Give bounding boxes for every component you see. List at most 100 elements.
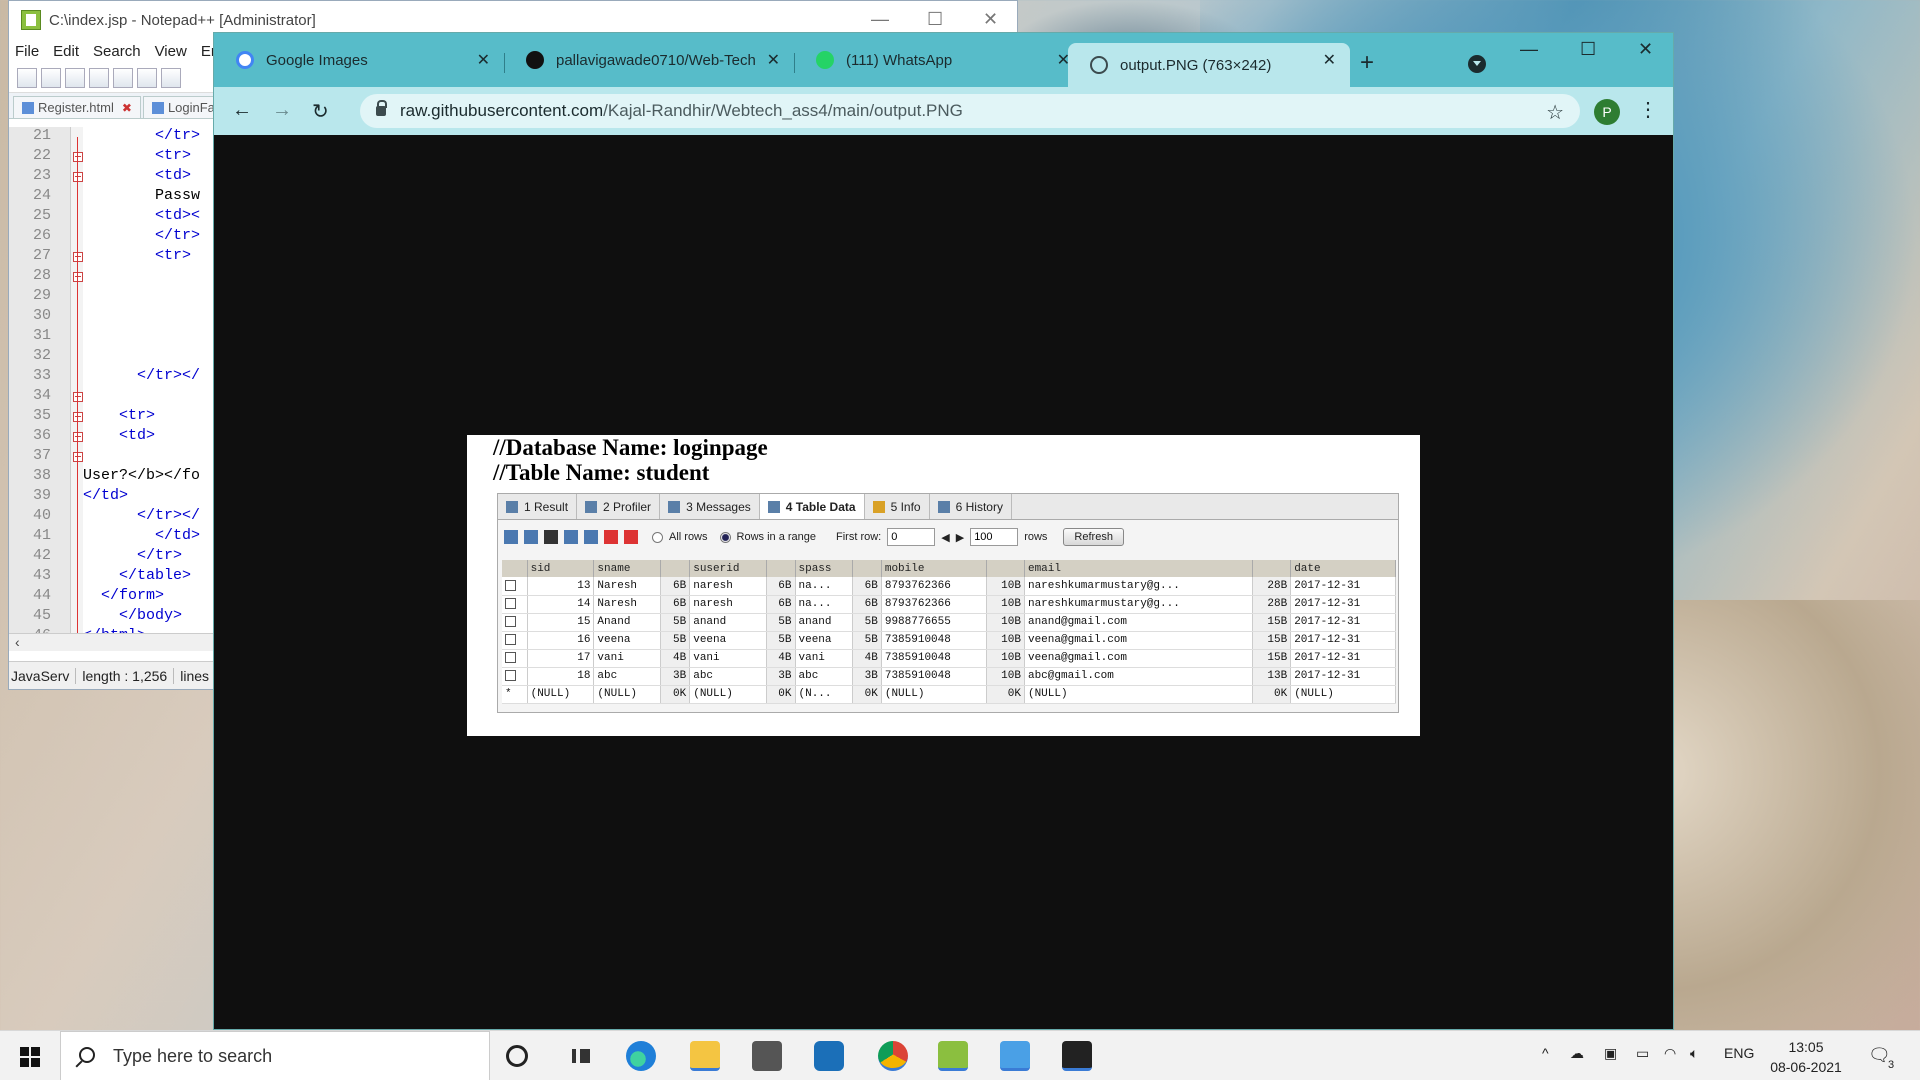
code-line[interactable]: 25 <td>< [9,207,214,227]
row-count-input [970,528,1019,546]
code-line[interactable]: 27 <tr> [9,247,214,267]
code-line[interactable]: 23 <td> [9,167,214,187]
new-tab-button[interactable]: + [1360,49,1374,77]
code-line[interactable]: 30 [9,307,214,327]
device-icon[interactable]: ▣ [1604,1045,1617,1062]
menu-edit[interactable]: Edit [53,43,79,60]
code-line[interactable]: 28 [9,267,214,287]
code-line[interactable]: 31 [9,327,214,347]
code-line[interactable]: 38 User?</b></fo [9,467,214,487]
notepad-tab-login[interactable]: LoginFa [142,96,224,118]
chrome-icon[interactable] [878,1041,908,1071]
close-tab-icon[interactable]: ✕ [1323,50,1336,70]
maximize-icon[interactable]: ☐ [1580,39,1596,60]
fold-marker-icon[interactable] [73,412,83,422]
language-indicator[interactable]: ENG [1724,1045,1754,1061]
column-header [986,560,1025,577]
tab-google-images[interactable]: Google Images ✕ [214,43,504,77]
close-file-icon[interactable] [113,67,133,88]
github-icon [526,51,544,69]
battery-icon[interactable]: ▭ [1636,1045,1649,1062]
code-line[interactable]: 42 </tr> [9,547,214,567]
new-file-icon[interactable] [17,67,37,88]
close-icon[interactable]: ✕ [983,9,998,30]
reload-icon[interactable]: ↻ [312,99,329,124]
tab-github[interactable]: pallavigawade0710/Web-Tech ✕ [504,43,794,77]
close-all-icon[interactable] [137,67,157,88]
mail-icon[interactable] [752,1041,782,1071]
menu-search[interactable]: Search [93,43,141,60]
code-line[interactable]: 39 </td> [9,487,214,507]
photos-icon[interactable] [1062,1041,1092,1071]
table-cell: veena@gmail.com [1024,649,1253,668]
close-tab-icon[interactable]: ✕ [767,50,780,70]
fold-marker-icon[interactable] [73,172,83,182]
tab-output-png[interactable]: output.PNG (763×242) ✕ [1068,43,1350,87]
code-editor[interactable]: 21 </tr> 22 <tr> 23 <td> 24 Passw 25 <td>< 26… [9,127,214,633]
code-line[interactable]: 43 </table> [9,567,214,587]
line-number: 30 [32,307,51,324]
onedrive-icon[interactable]: ☁ [1570,1045,1584,1062]
code-line[interactable]: 37 [9,447,214,467]
open-file-icon[interactable] [41,67,61,88]
code-line[interactable]: 29 [9,287,214,307]
code-line[interactable]: 34 [9,387,214,407]
code-line[interactable]: 35 <tr> [9,407,214,427]
print-icon[interactable] [161,67,181,88]
code-line[interactable]: 21 </tr> [9,127,214,147]
fold-marker-icon[interactable] [73,452,83,462]
minimize-icon[interactable]: — [1520,39,1538,60]
task-view-icon[interactable] [566,1041,596,1071]
fold-marker-icon[interactable] [73,432,83,442]
notepad-plus-plus-icon[interactable] [938,1041,968,1071]
system-clock[interactable]: 13:05 08-06-2021 [1760,1037,1852,1077]
menu-file[interactable]: File [15,43,39,60]
cortana-icon[interactable] [506,1045,528,1067]
bookmark-star-icon[interactable]: ☆ [1546,100,1564,125]
wifi-icon[interactable]: ◠ [1664,1045,1676,1062]
horizontal-scrollbar[interactable]: ‹ [9,633,214,651]
volume-icon[interactable]: 🔈︎ [1690,1045,1698,1062]
browser-window[interactable]: Google Images ✕ pallavigawade0710/Web-Te… [213,32,1674,1030]
edge-icon[interactable] [626,1041,656,1071]
back-icon[interactable]: ← [232,99,252,122]
code-line[interactable]: 40 </tr></ [9,507,214,527]
windows-start-icon[interactable] [20,1047,40,1067]
file-explorer-icon[interactable] [690,1041,720,1071]
code-line[interactable]: 33 </tr></ [9,367,214,387]
table-cell: 4B [766,649,796,668]
minimize-icon[interactable]: — [871,9,889,30]
code-line[interactable]: 45 </body> [9,607,214,627]
line-number: 26 [32,227,51,244]
tab-search-icon[interactable] [1468,55,1486,73]
code-line[interactable]: 24 Passw [9,187,214,207]
control-panel-icon[interactable] [1000,1041,1030,1071]
dell-icon[interactable] [814,1041,844,1071]
lock-icon[interactable] [376,100,387,116]
fold-marker-icon[interactable] [73,392,83,402]
code-line[interactable]: 36 <td> [9,427,214,447]
fold-marker-icon[interactable] [73,152,83,162]
code-line[interactable]: 32 [9,347,214,367]
code-line[interactable]: 26 </tr> [9,227,214,247]
code-line[interactable]: 22 <tr> [9,147,214,167]
save-all-icon[interactable] [89,67,109,88]
save-icon[interactable] [65,67,85,88]
close-tab-icon[interactable]: ✕ [477,50,490,70]
notepad-tab-register[interactable]: Register.html ✖ [13,96,141,118]
maximize-icon[interactable]: ☐ [927,9,943,30]
address-bar[interactable]: raw.githubusercontent.com /Kajal-Randhir… [360,94,1580,128]
code-line[interactable]: 44 </form> [9,587,214,607]
close-tab-icon[interactable]: ✖ [122,101,132,115]
code-line[interactable]: 41 </td> [9,527,214,547]
tab-whatsapp[interactable]: (111) WhatsApp ✕ [794,43,1084,77]
kebab-menu-icon[interactable]: ⋮ [1638,97,1658,122]
chevron-up-icon[interactable]: ^ [1542,1045,1549,1061]
forward-icon[interactable]: → [272,99,292,122]
fold-marker-icon[interactable] [73,252,83,262]
menu-view[interactable]: View [155,43,187,60]
close-icon[interactable]: ✕ [1638,39,1653,60]
taskbar-search-box[interactable]: Type here to search [60,1031,490,1080]
fold-marker-icon[interactable] [73,272,83,282]
profile-avatar[interactable]: P [1594,99,1620,125]
